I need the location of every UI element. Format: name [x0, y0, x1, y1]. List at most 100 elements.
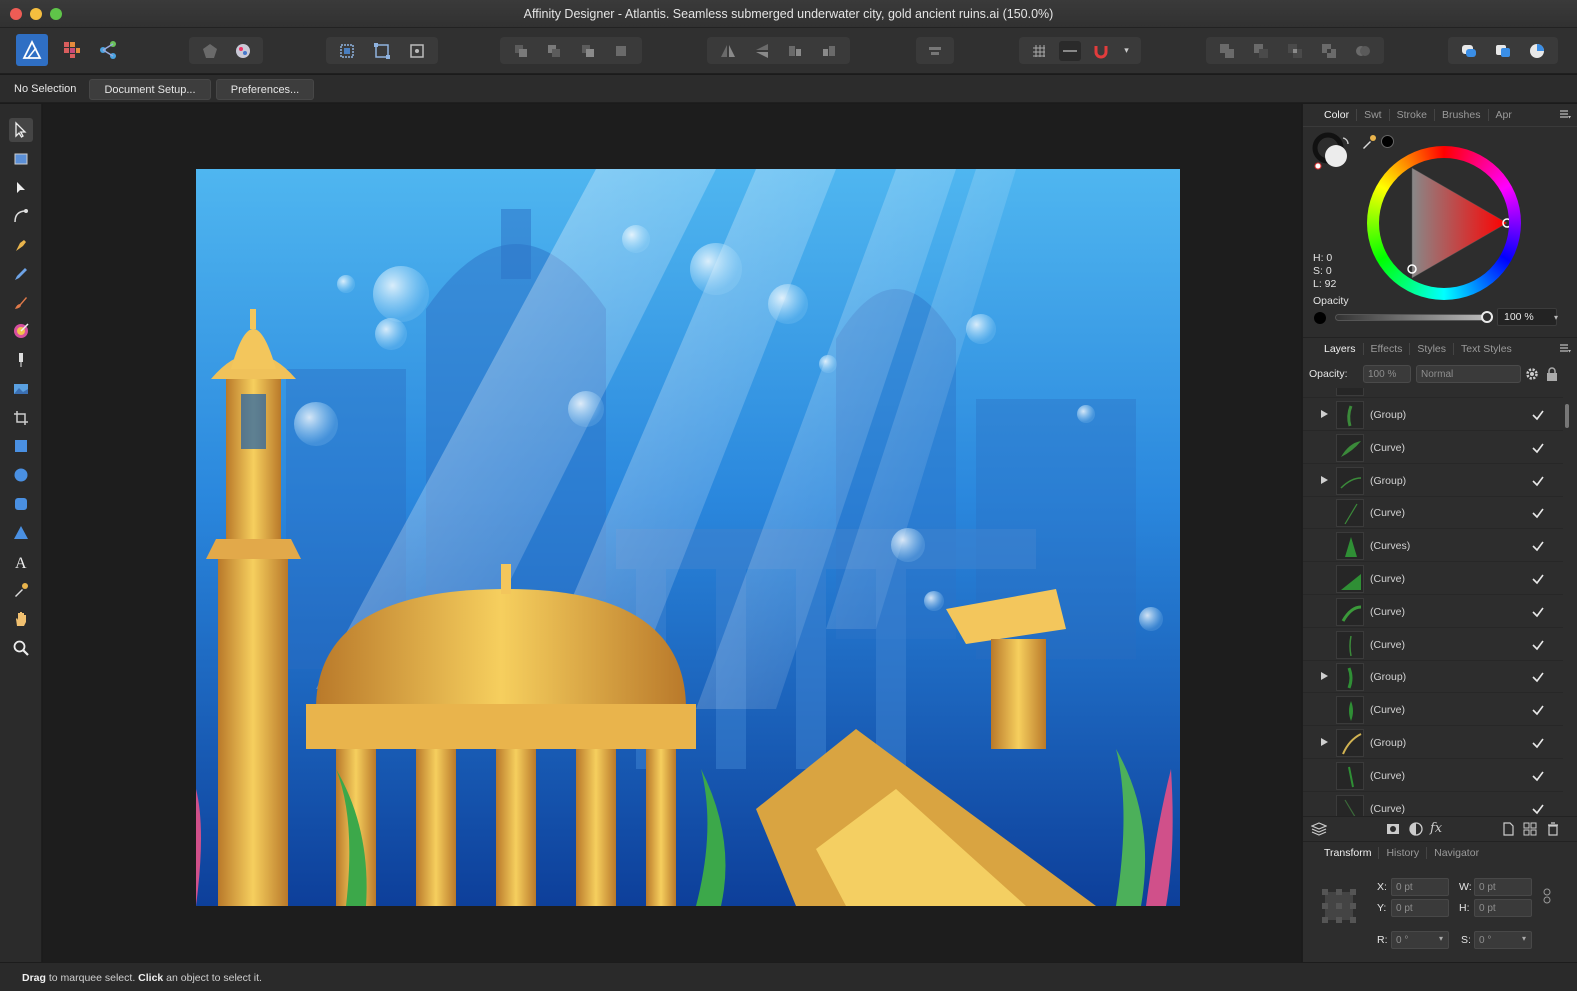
- rounded-rectangle-tool-icon[interactable]: [9, 492, 33, 516]
- ellipse-tool-icon[interactable]: [9, 463, 33, 487]
- tab-layers[interactable]: Layers: [1317, 342, 1364, 355]
- visibility-checkbox[interactable]: [1531, 769, 1545, 783]
- visibility-checkbox[interactable]: [1531, 408, 1545, 422]
- opacity-dropdown-icon[interactable]: ▾: [1547, 308, 1565, 326]
- tab-styles[interactable]: Styles: [1410, 342, 1455, 355]
- eyedropper-icon[interactable]: [1360, 133, 1378, 151]
- layer-row[interactable]: (Group): [1303, 399, 1563, 431]
- expand-arrow-icon[interactable]: [1319, 737, 1329, 747]
- rotate-left-icon[interactable]: [784, 41, 806, 61]
- panel-grip[interactable]: [1303, 338, 1317, 360]
- artboard-tool-icon[interactable]: [9, 147, 33, 171]
- align-icon[interactable]: [924, 41, 946, 61]
- add-layer-icon[interactable]: [1500, 821, 1516, 837]
- speech-bubble-icon[interactable]: [1458, 41, 1480, 61]
- panel-grip[interactable]: [1303, 104, 1317, 126]
- layer-row[interactable]: (Group): [1303, 727, 1563, 759]
- visibility-checkbox[interactable]: [1531, 441, 1545, 455]
- view-tool-icon[interactable]: [9, 607, 33, 631]
- xor-boolean-icon[interactable]: [1318, 41, 1340, 61]
- snapping-dropdown-icon[interactable]: ▾: [1121, 41, 1133, 61]
- visibility-checkbox[interactable]: [1531, 703, 1545, 717]
- triangle-tool-icon[interactable]: [9, 521, 33, 545]
- picked-color-swatch[interactable]: [1381, 135, 1394, 148]
- move-tool-icon[interactable]: [9, 118, 33, 142]
- layer-row[interactable]: (Curve): [1303, 759, 1563, 792]
- layer-row[interactable]: (Group): [1303, 464, 1563, 497]
- node-tool-icon[interactable]: [9, 176, 33, 200]
- text-tool-icon[interactable]: A: [9, 550, 33, 574]
- expand-arrow-icon[interactable]: [1319, 409, 1329, 419]
- layer-row[interactable]: (Group): [1303, 661, 1563, 694]
- tab-history[interactable]: History: [1379, 846, 1428, 859]
- trash-icon[interactable]: [1545, 821, 1561, 837]
- w-input[interactable]: 0 pt: [1474, 878, 1532, 896]
- pencil-tool-icon[interactable]: [9, 262, 33, 286]
- visibility-checkbox[interactable]: [1531, 539, 1545, 553]
- visibility-checkbox[interactable]: [1531, 670, 1545, 684]
- add-boolean-icon[interactable]: [1216, 41, 1238, 61]
- tab-navigator[interactable]: Navigator: [1427, 847, 1486, 859]
- shear-dropdown-icon[interactable]: ▾: [1522, 934, 1526, 943]
- visibility-checkbox[interactable]: [1531, 506, 1545, 520]
- tab-brushes[interactable]: Brushes: [1435, 109, 1489, 121]
- lock-icon[interactable]: [1546, 367, 1558, 381]
- tab-stroke[interactable]: Stroke: [1390, 109, 1435, 121]
- move-to-back-icon[interactable]: [510, 41, 532, 61]
- tab-effects[interactable]: Effects: [1364, 342, 1411, 355]
- layers-toggle-icon[interactable]: [1492, 41, 1514, 61]
- fx-icon[interactable]: fx: [1430, 821, 1446, 837]
- layer-row[interactable]: (Curve): [1303, 595, 1563, 628]
- document-setup-button[interactable]: Document Setup...: [89, 79, 211, 100]
- link-icon[interactable]: [1543, 888, 1551, 904]
- artwork-atlantis-illustration[interactable]: [196, 169, 1180, 906]
- rotation-dropdown-icon[interactable]: ▾: [1439, 934, 1443, 943]
- guides-icon[interactable]: [1058, 40, 1081, 61]
- flip-vertical-icon[interactable]: [751, 41, 773, 61]
- layer-row[interactable]: (Curve): [1303, 563, 1563, 595]
- fill-stroke-swatch-icon[interactable]: [1312, 132, 1352, 172]
- snapping-magnet-icon[interactable]: [1090, 41, 1112, 61]
- color-toggle-icon[interactable]: [1526, 41, 1548, 61]
- move-to-front-icon[interactable]: [610, 41, 632, 61]
- expand-arrow-icon[interactable]: [1319, 475, 1329, 485]
- layer-row[interactable]: [1303, 388, 1563, 398]
- layer-row[interactable]: (Curve): [1303, 431, 1563, 464]
- intersect-boolean-icon[interactable]: [1284, 41, 1306, 61]
- layer-stack-icon[interactable]: [1311, 821, 1327, 837]
- transform-bounds-icon[interactable]: [371, 41, 393, 61]
- visibility-checkbox[interactable]: [1531, 474, 1545, 488]
- y-input[interactable]: 0 pt: [1391, 899, 1449, 917]
- export-persona-icon[interactable]: [92, 34, 124, 66]
- rectangle-tool-icon[interactable]: [9, 434, 33, 458]
- move-back-icon[interactable]: [543, 41, 565, 61]
- gear-icon[interactable]: [1525, 367, 1539, 381]
- opacity-slider[interactable]: [1335, 314, 1487, 321]
- grid-icon[interactable]: [1028, 41, 1050, 61]
- panel-menu-icon[interactable]: [1560, 110, 1571, 119]
- opacity-slider-handle[interactable]: [1481, 311, 1493, 323]
- layers-scrollbar[interactable]: [1565, 404, 1569, 428]
- layer-opacity-input[interactable]: 100 %: [1363, 365, 1411, 383]
- layer-row[interactable]: (Curve): [1303, 792, 1563, 816]
- mask-icon[interactable]: [1385, 821, 1401, 837]
- visibility-checkbox[interactable]: [1531, 736, 1545, 750]
- anchor-point-selector[interactable]: [1321, 888, 1357, 924]
- designer-persona-icon[interactable]: [16, 34, 48, 66]
- crop-tool-icon[interactable]: [9, 406, 33, 430]
- color-picker-tool-icon[interactable]: [9, 578, 33, 602]
- transform-origin-icon[interactable]: [406, 41, 428, 61]
- transparency-tool-icon[interactable]: [9, 348, 33, 372]
- tab-transform[interactable]: Transform: [1317, 846, 1380, 859]
- tab-text-styles[interactable]: Text Styles: [1454, 343, 1519, 355]
- visibility-checkbox[interactable]: [1531, 572, 1545, 586]
- rotate-right-icon[interactable]: [818, 41, 840, 61]
- panel-grip[interactable]: [1303, 842, 1317, 864]
- corner-tool-icon[interactable]: [9, 204, 33, 228]
- blend-mode-select[interactable]: Normal: [1416, 365, 1521, 383]
- layer-row[interactable]: (Curves): [1303, 530, 1563, 563]
- panel-menu-icon[interactable]: [1560, 344, 1571, 353]
- pen-tool-icon[interactable]: [9, 233, 33, 257]
- move-forward-icon[interactable]: [577, 41, 599, 61]
- group-layers-icon[interactable]: [1522, 821, 1538, 837]
